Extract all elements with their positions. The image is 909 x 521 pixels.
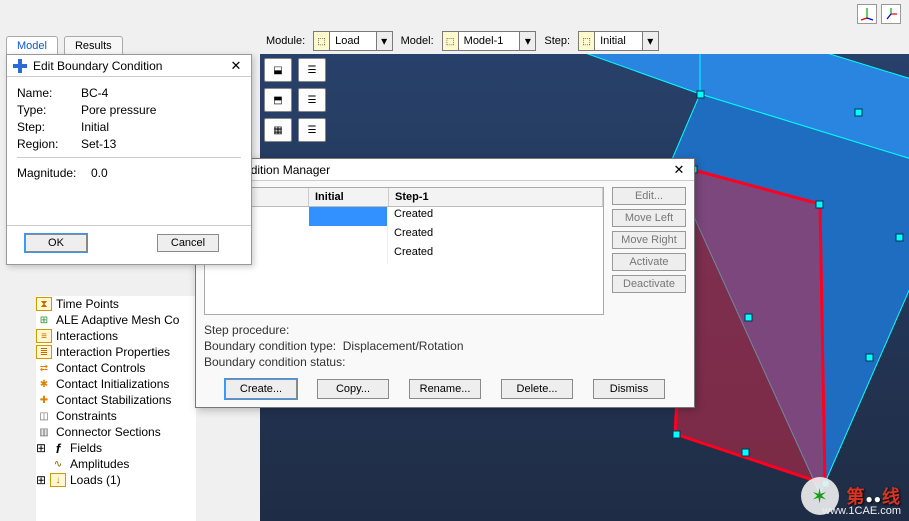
constraints-icon: ◫ xyxy=(36,409,52,423)
copy-button[interactable]: Copy... xyxy=(317,379,389,399)
interaction-props-icon: ≣ xyxy=(36,345,52,359)
tree-item-connector-sections[interactable]: ▥Connector Sections xyxy=(36,424,196,440)
col-initial[interactable]: Initial xyxy=(309,188,389,206)
tree-item-fields[interactable]: ⊞fFields xyxy=(36,440,196,456)
tree-item-contact-controls[interactable]: ⇄Contact Controls xyxy=(36,360,196,376)
app-icon xyxy=(13,59,27,73)
model-combo[interactable]: ⬚ Model-1 ▾ xyxy=(442,31,537,51)
magnitude-label: Magnitude: xyxy=(17,166,81,180)
contact-stab-icon: ✚ xyxy=(36,393,52,407)
mesh-icon: ⊞ xyxy=(36,313,52,327)
move-right-button[interactable]: Move Right xyxy=(612,231,686,249)
close-icon[interactable]: ✕ xyxy=(670,161,688,179)
deactivate-button[interactable]: Deactivate xyxy=(612,275,686,293)
model-icon: ⬚ xyxy=(443,32,459,50)
bc-manager-dialog: dary Condition Manager ✕ e Initial Step-… xyxy=(195,158,695,408)
module-combo[interactable]: ⬚ Load ▾ xyxy=(313,31,392,51)
tab-model[interactable]: Model xyxy=(6,36,58,54)
manager-bottom-buttons: Create... Copy... Rename... Delete... Di… xyxy=(204,379,686,399)
amplitude-icon: ∿ xyxy=(50,457,66,471)
expand-icon[interactable]: ⊞ xyxy=(36,473,46,487)
manager-side-buttons: Edit... Move Left Move Right Activate De… xyxy=(612,187,686,315)
activate-button[interactable]: Activate xyxy=(612,253,686,271)
interactions-icon: ≡ xyxy=(36,329,52,343)
type-value: Pore pressure xyxy=(81,103,156,117)
tree-item-constraints[interactable]: ◫Constraints xyxy=(36,408,196,424)
connector-icon: ▥ xyxy=(36,425,52,439)
magnitude-value: 0.0 xyxy=(91,166,108,180)
manager-titlebar[interactable]: dary Condition Manager ✕ xyxy=(196,159,694,181)
loads-icon: ↓ xyxy=(50,473,66,487)
tree-item-interaction-props[interactable]: ≣Interaction Properties xyxy=(36,344,196,360)
name-label: Name: xyxy=(17,86,71,100)
tool-create-field[interactable]: ▦ xyxy=(264,118,292,142)
table-row[interactable]: Created xyxy=(205,245,603,264)
name-value: BC-4 xyxy=(81,86,108,100)
chevron-down-icon: ▾ xyxy=(519,32,535,50)
bc-type-label: Boundary condition type: xyxy=(204,339,336,353)
edit-bc-dialog: Edit Boundary Condition ✕ Name: BC-4 Type… xyxy=(6,54,252,265)
table-row[interactable]: Created xyxy=(205,207,603,226)
create-button[interactable]: Create... xyxy=(225,379,297,399)
tree-item-ale[interactable]: ⊞ALE Adaptive Mesh Co xyxy=(36,312,196,328)
type-label: Type: xyxy=(17,103,71,117)
delete-button[interactable]: Delete... xyxy=(501,379,573,399)
tree-tabs: Model Results xyxy=(6,36,123,54)
region-value: Set-13 xyxy=(81,137,116,151)
edit-button[interactable]: Edit... xyxy=(612,187,686,205)
context-bar: Module: ⬚ Load ▾ Model: ⬚ Model-1 ▾ Step… xyxy=(260,28,909,54)
tool-strip: ⬓☰ ⬒☰ ▦☰ xyxy=(264,58,326,142)
axis-indicator-group xyxy=(857,4,901,24)
model-tree[interactable]: ⧗Time Points ⊞ALE Adaptive Mesh Co ≡Inte… xyxy=(36,296,196,521)
tool-bc-manager[interactable]: ☰ xyxy=(298,88,326,112)
bc-table[interactable]: e Initial Step-1 Created Created Created xyxy=(204,187,604,315)
dialog-title: Edit Boundary Condition xyxy=(33,59,162,73)
ok-button[interactable]: OK xyxy=(25,234,87,252)
dismiss-button[interactable]: Dismiss xyxy=(593,379,665,399)
bc-status-label: Boundary condition status: xyxy=(204,355,686,369)
tree-item-interactions[interactable]: ≡Interactions xyxy=(36,328,196,344)
step-combo[interactable]: ⬚ Initial ▾ xyxy=(578,31,659,51)
expand-icon[interactable]: ⊞ xyxy=(36,441,46,455)
step-label: Step: xyxy=(17,120,71,134)
col-step1[interactable]: Step-1 xyxy=(389,188,603,206)
tool-field-manager[interactable]: ☰ xyxy=(298,118,326,142)
tool-create-bc[interactable]: ⬒ xyxy=(264,88,292,112)
tree-item-contact-stab[interactable]: ✚Contact Stabilizations xyxy=(36,392,196,408)
table-header: e Initial Step-1 xyxy=(205,188,603,207)
table-row[interactable]: Created xyxy=(205,226,603,245)
axis-indicator-xyz[interactable] xyxy=(881,4,901,24)
tree-item-amplitudes[interactable]: ∿Amplitudes xyxy=(36,456,196,472)
brand-footer: ✶ 第●●线 www.1CAE.com xyxy=(801,477,902,515)
tool-create-load[interactable]: ⬓ xyxy=(264,58,292,82)
tool-load-manager[interactable]: ☰ xyxy=(298,58,326,82)
rename-button[interactable]: Rename... xyxy=(409,379,481,399)
step-procedure-label: Step procedure: xyxy=(204,323,686,337)
step-value: Initial xyxy=(81,120,109,134)
module-icon: ⬚ xyxy=(314,32,330,50)
close-icon[interactable]: ✕ xyxy=(227,57,245,75)
manager-info: Step procedure: Boundary condition type:… xyxy=(204,323,686,369)
fields-icon: f xyxy=(50,441,66,455)
contact-init-icon: ✱ xyxy=(36,377,52,391)
tree-item-loads[interactable]: ⊞↓Loads (1) xyxy=(36,472,196,488)
edit-titlebar[interactable]: Edit Boundary Condition ✕ xyxy=(7,55,251,77)
region-label: Region: xyxy=(17,137,71,151)
contact-controls-icon: ⇄ xyxy=(36,361,52,375)
bc-type-value: Displacement/Rotation xyxy=(343,339,464,353)
module-label: Module: xyxy=(266,35,305,47)
move-left-button[interactable]: Move Left xyxy=(612,209,686,227)
tab-results[interactable]: Results xyxy=(64,36,123,54)
model-label: Model: xyxy=(401,35,434,47)
step-icon: ⬚ xyxy=(579,32,595,50)
axis-indicator-yxz[interactable] xyxy=(857,4,877,24)
cancel-button[interactable]: Cancel xyxy=(157,234,219,252)
chevron-down-icon: ▾ xyxy=(376,32,392,50)
step-label: Step: xyxy=(544,35,570,47)
tree-item-time-points[interactable]: ⧗Time Points xyxy=(36,296,196,312)
time-icon: ⧗ xyxy=(36,297,52,311)
tree-item-contact-init[interactable]: ✱Contact Initializations xyxy=(36,376,196,392)
chevron-down-icon: ▾ xyxy=(642,32,658,50)
